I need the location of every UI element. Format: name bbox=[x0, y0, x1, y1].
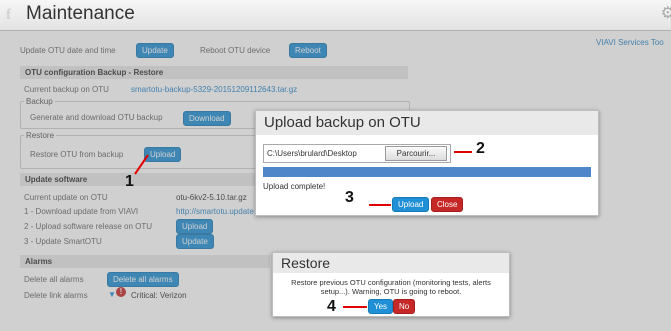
callout-2-line bbox=[454, 151, 472, 153]
callout-3: 3 bbox=[345, 189, 354, 206]
callout-4-line bbox=[343, 306, 367, 308]
callout-1-line bbox=[134, 154, 149, 175]
callout-4: 4 bbox=[327, 298, 336, 315]
callout-overlay bbox=[134, 154, 149, 175]
maintenance-page: f Maintenance ⚙ VIAVI Services Too Updat… bbox=[0, 0, 671, 331]
callout-2: 2 bbox=[476, 140, 485, 157]
callout-1: 1 bbox=[125, 173, 134, 190]
callout-3-line bbox=[369, 204, 391, 206]
